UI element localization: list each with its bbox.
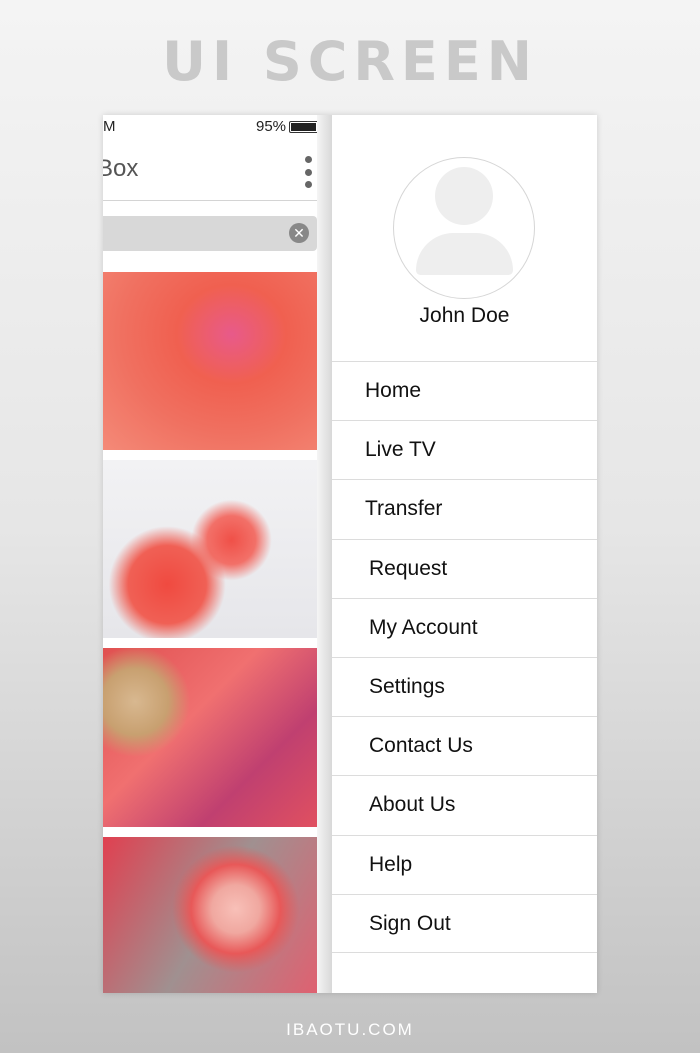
menu-item-home[interactable]: Home bbox=[332, 361, 597, 420]
user-name: John Doe bbox=[419, 304, 510, 327]
search-input[interactable] bbox=[103, 216, 317, 251]
page-title: UI SCREEN bbox=[162, 30, 538, 93]
divider bbox=[103, 200, 332, 201]
image-red-bag[interactable] bbox=[103, 837, 317, 993]
navigation-drawer: John Doe Home Live TV Transfer Request M… bbox=[332, 115, 597, 993]
main-content: M 95% Box ✕ bbox=[103, 115, 332, 993]
menu-item-transfer[interactable]: Transfer bbox=[332, 479, 597, 538]
status-time: M bbox=[103, 118, 116, 135]
image-fish-ornament[interactable] bbox=[103, 272, 317, 450]
menu-item-request[interactable]: Request bbox=[332, 538, 597, 598]
user-body-icon bbox=[416, 233, 513, 275]
more-menu-icon[interactable] bbox=[303, 156, 313, 188]
image-pouches[interactable] bbox=[103, 648, 317, 827]
menu-item-about-us[interactable]: About Us bbox=[332, 775, 597, 834]
image-lanterns[interactable] bbox=[103, 460, 317, 638]
user-head-icon bbox=[435, 167, 493, 225]
battery-icon bbox=[289, 120, 323, 133]
menu-item-help[interactable]: Help bbox=[332, 834, 597, 894]
battery-percent: 95% bbox=[256, 118, 287, 135]
phone-screen: M 95% Box ✕ John Doe Home Live TV Transf… bbox=[103, 115, 597, 993]
menu-item-settings[interactable]: Settings bbox=[332, 656, 597, 716]
drawer-shadow bbox=[317, 115, 332, 993]
menu-item-my-account[interactable]: My Account bbox=[332, 597, 597, 657]
footer-text: IBAOTU.COM bbox=[286, 1020, 414, 1039]
close-circle-icon[interactable]: ✕ bbox=[289, 223, 309, 243]
menu-item-live-tv[interactable]: Live TV bbox=[332, 420, 597, 479]
avatar[interactable] bbox=[393, 157, 535, 299]
app-title: Box bbox=[103, 155, 139, 182]
menu-item-contact-us[interactable]: Contact Us bbox=[332, 716, 597, 775]
drawer-menu: Home Live TV Transfer Request My Account… bbox=[332, 361, 597, 953]
status-battery: 95% bbox=[256, 118, 323, 135]
menu-item-sign-out[interactable]: Sign Out bbox=[332, 893, 597, 953]
